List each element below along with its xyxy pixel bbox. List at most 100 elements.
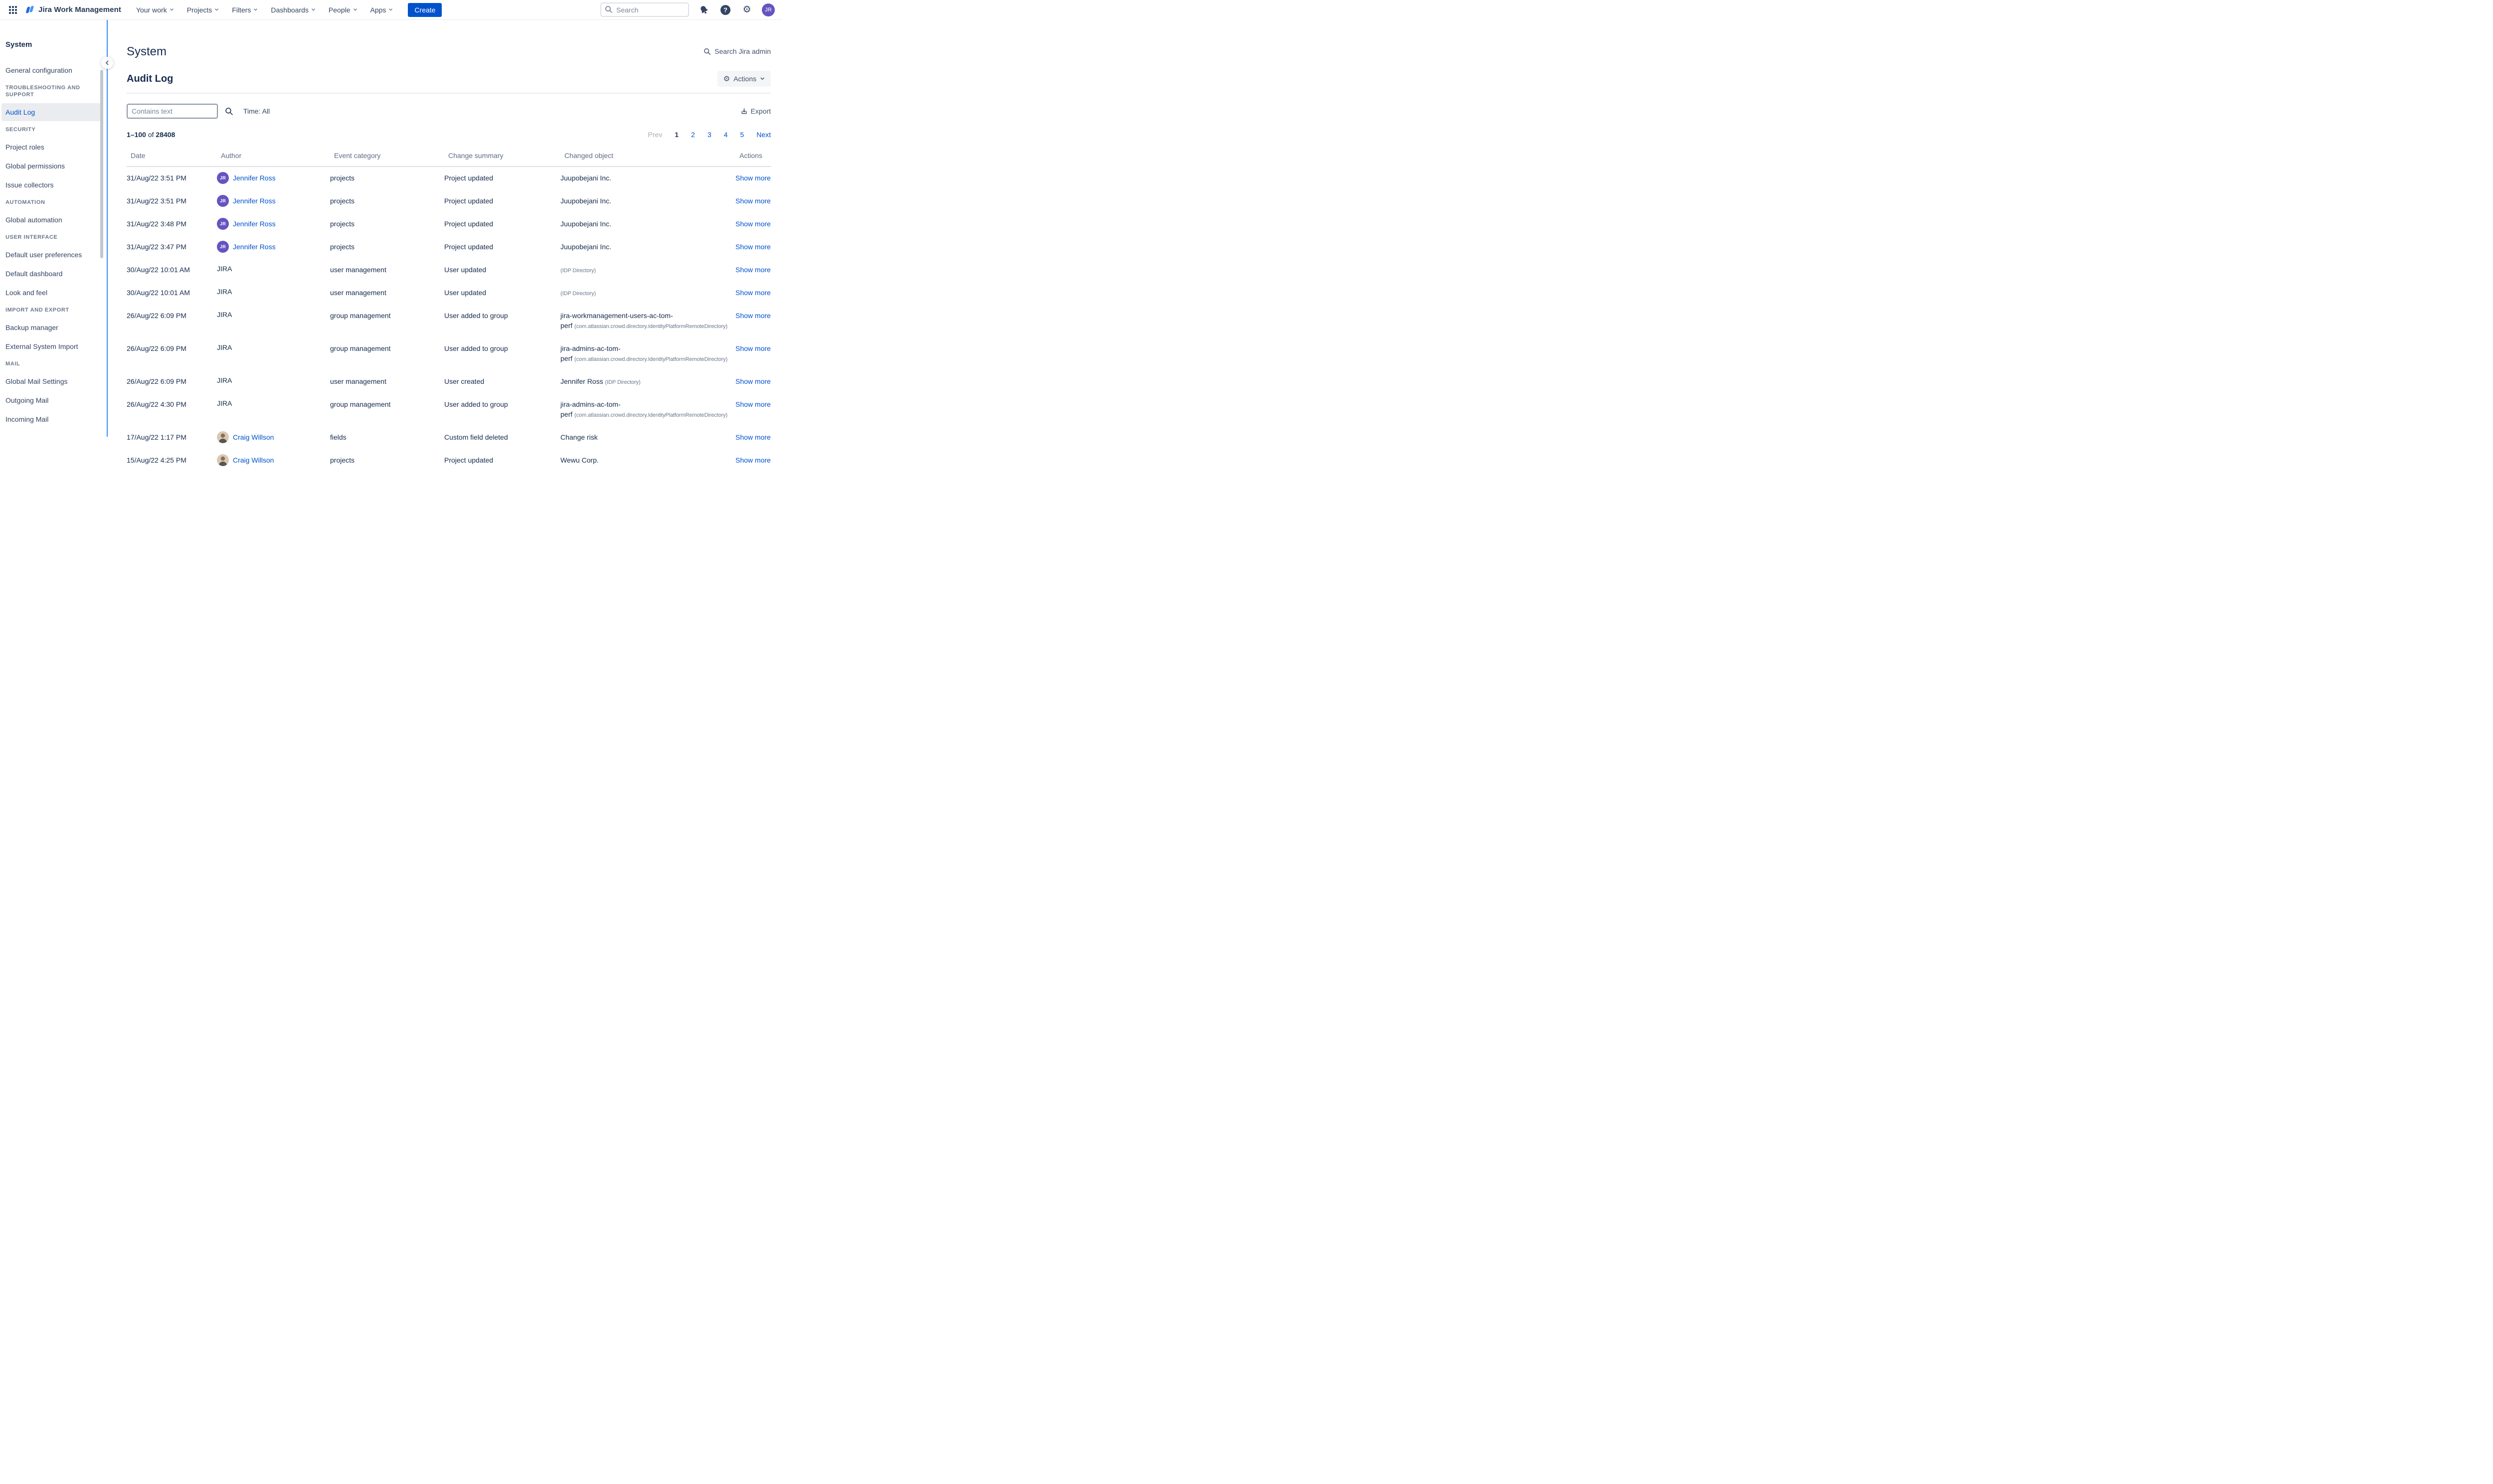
sidebar-item-global-permissions[interactable]: Global permissions (5, 161, 100, 171)
results-count: 1–100 of 28408 (127, 131, 175, 139)
nav-item-filters[interactable]: Filters (230, 3, 260, 17)
brand-home-link[interactable]: Jira Work Management (24, 4, 121, 15)
cell-change-summary: Project updated (444, 455, 560, 465)
cell-author: JIRA (217, 398, 330, 408)
sidebar-item-issue-collectors[interactable]: Issue collectors (5, 180, 100, 190)
show-more-link[interactable]: Show more (735, 456, 771, 464)
nav-item-your-work[interactable]: Your work (134, 3, 176, 17)
export-link[interactable]: Export (740, 107, 771, 115)
show-more-link[interactable]: Show more (735, 433, 771, 441)
cell-change-summary: User added to group (444, 311, 560, 321)
author-name[interactable]: Jennifer Ross (233, 219, 276, 229)
nav-item-apps[interactable]: Apps (368, 3, 395, 17)
cell-changed-object: jira-admins-ac-tom- perf (com.atlassian.… (560, 343, 735, 364)
sidebar-item-global-mail-settings[interactable]: Global Mail Settings (5, 376, 100, 386)
cell-event-category: user management (330, 376, 444, 386)
sidebar-item-look-and-feel[interactable]: Look and feel (5, 288, 100, 298)
cell-author: JRJennifer Ross (217, 195, 330, 207)
pagination-page-4[interactable]: 4 (724, 131, 728, 139)
app-switcher-grid-icon[interactable] (6, 3, 19, 16)
nav-item-projects[interactable]: Projects (185, 3, 221, 17)
cell-event-category: fields (330, 432, 444, 442)
sidebar-item-general-configuration[interactable]: General configuration (5, 65, 100, 75)
pagination: Prev 1 2 3 4 5 Next (648, 131, 771, 139)
cell-change-summary: User created (444, 376, 560, 386)
pagination-page-1[interactable]: 1 (675, 131, 679, 139)
cell-actions: Show more (735, 265, 771, 275)
chevron-down-icon (214, 7, 219, 12)
global-search-input[interactable] (600, 2, 689, 17)
create-button[interactable]: Create (408, 3, 442, 17)
sidebar-item-external-system-import[interactable]: External System Import (5, 341, 100, 351)
pagination-prev[interactable]: Prev (648, 131, 662, 139)
search-icon (704, 48, 711, 55)
sidebar-section-mail: MAIL (5, 360, 100, 367)
show-more-link[interactable]: Show more (735, 289, 771, 297)
cell-author: JIRA (217, 310, 330, 320)
show-more-link[interactable]: Show more (735, 377, 771, 385)
sidebar-item-outgoing-mail[interactable]: Outgoing Mail (5, 395, 100, 405)
cell-event-category: user management (330, 265, 444, 275)
cell-change-summary: User updated (444, 265, 560, 275)
main-content: System Search Jira admin Audit Log ⚙ Act… (108, 20, 782, 437)
download-icon (740, 108, 748, 115)
author-name[interactable]: Jennifer Ross (233, 196, 276, 206)
sidebar-item-audit-log[interactable]: Audit Log (1, 103, 103, 121)
cell-event-category: projects (330, 242, 444, 252)
sidebar-item-backup-manager[interactable]: Backup manager (5, 323, 100, 332)
author-name[interactable]: Craig Willson (233, 455, 274, 465)
pagination-page-3[interactable]: 3 (708, 131, 712, 139)
show-more-link[interactable]: Show more (735, 174, 771, 182)
sidebar-item-default-dashboard[interactable]: Default dashboard (5, 269, 100, 279)
show-more-link[interactable]: Show more (735, 266, 771, 274)
cell-actions: Show more (735, 432, 771, 442)
author-name[interactable]: Jennifer Ross (233, 242, 276, 252)
show-more-link[interactable]: Show more (735, 312, 771, 320)
notifications-bell-icon[interactable] (698, 3, 711, 16)
nav-item-people[interactable]: People (327, 3, 359, 17)
sidebar-item-incoming-mail[interactable]: Incoming Mail (5, 414, 100, 424)
cell-author: JRJennifer Ross (217, 241, 330, 253)
sidebar-item-default-user-preferences[interactable]: Default user preferences (5, 250, 100, 260)
pagination-page-2[interactable]: 2 (691, 131, 695, 139)
cell-actions: Show more (735, 399, 771, 409)
sidebar-scrollbar[interactable] (100, 70, 103, 258)
show-more-link[interactable]: Show more (735, 197, 771, 205)
cell-changed-object: jira-workmanagement-users-ac-tom- perf (… (560, 311, 735, 331)
sidebar-item-project-roles[interactable]: Project roles (5, 142, 100, 152)
avatar: JR (217, 218, 229, 230)
settings-gear-icon[interactable]: ⚙ (740, 3, 753, 16)
pagination-next[interactable]: Next (756, 131, 771, 139)
table-row: 26/Aug/22 6:09 PMJIRAgroup managementUse… (127, 305, 771, 337)
column-header-change-summary: Change summary (448, 152, 564, 160)
sidebar-collapse-button[interactable] (101, 57, 113, 69)
cell-date: 31/Aug/22 3:47 PM (127, 242, 217, 252)
cell-event-category: projects (330, 196, 444, 206)
cell-actions: Show more (735, 219, 771, 229)
search-jira-admin-link[interactable]: Search Jira admin (704, 47, 771, 55)
contains-text-input[interactable] (127, 104, 218, 119)
time-filter-dropdown[interactable]: Time: All (243, 107, 270, 115)
cell-event-category: group management (330, 399, 444, 409)
filter-search-icon[interactable] (225, 107, 233, 116)
cell-changed-object: jira-admins-ac-tom- perf (com.atlassian.… (560, 399, 735, 420)
table-row: 31/Aug/22 3:51 PMJRJennifer Rossprojects… (127, 167, 771, 190)
author-name[interactable]: Craig Willson (233, 432, 274, 442)
nav-item-dashboards[interactable]: Dashboards (269, 3, 318, 17)
show-more-link[interactable]: Show more (735, 400, 771, 408)
show-more-link[interactable]: Show more (735, 243, 771, 251)
search-icon (605, 5, 613, 16)
column-header-actions: Actions (739, 152, 771, 160)
help-question-circle-icon[interactable]: ? (719, 3, 732, 16)
pagination-page-5[interactable]: 5 (740, 131, 744, 139)
author-name: JIRA (217, 398, 232, 408)
cell-date: 26/Aug/22 6:09 PM (127, 376, 217, 386)
table-row: 26/Aug/22 4:30 PMJIRAgroup managementUse… (127, 393, 771, 426)
user-avatar[interactable]: JR (762, 3, 775, 16)
author-name[interactable]: Jennifer Ross (233, 173, 276, 183)
show-more-link[interactable]: Show more (735, 220, 771, 228)
sidebar-item-global-automation[interactable]: Global automation (5, 215, 100, 225)
show-more-link[interactable]: Show more (735, 344, 771, 352)
actions-button[interactable]: ⚙ Actions (717, 71, 771, 87)
cell-changed-object: Juupobejani Inc. (560, 242, 735, 252)
